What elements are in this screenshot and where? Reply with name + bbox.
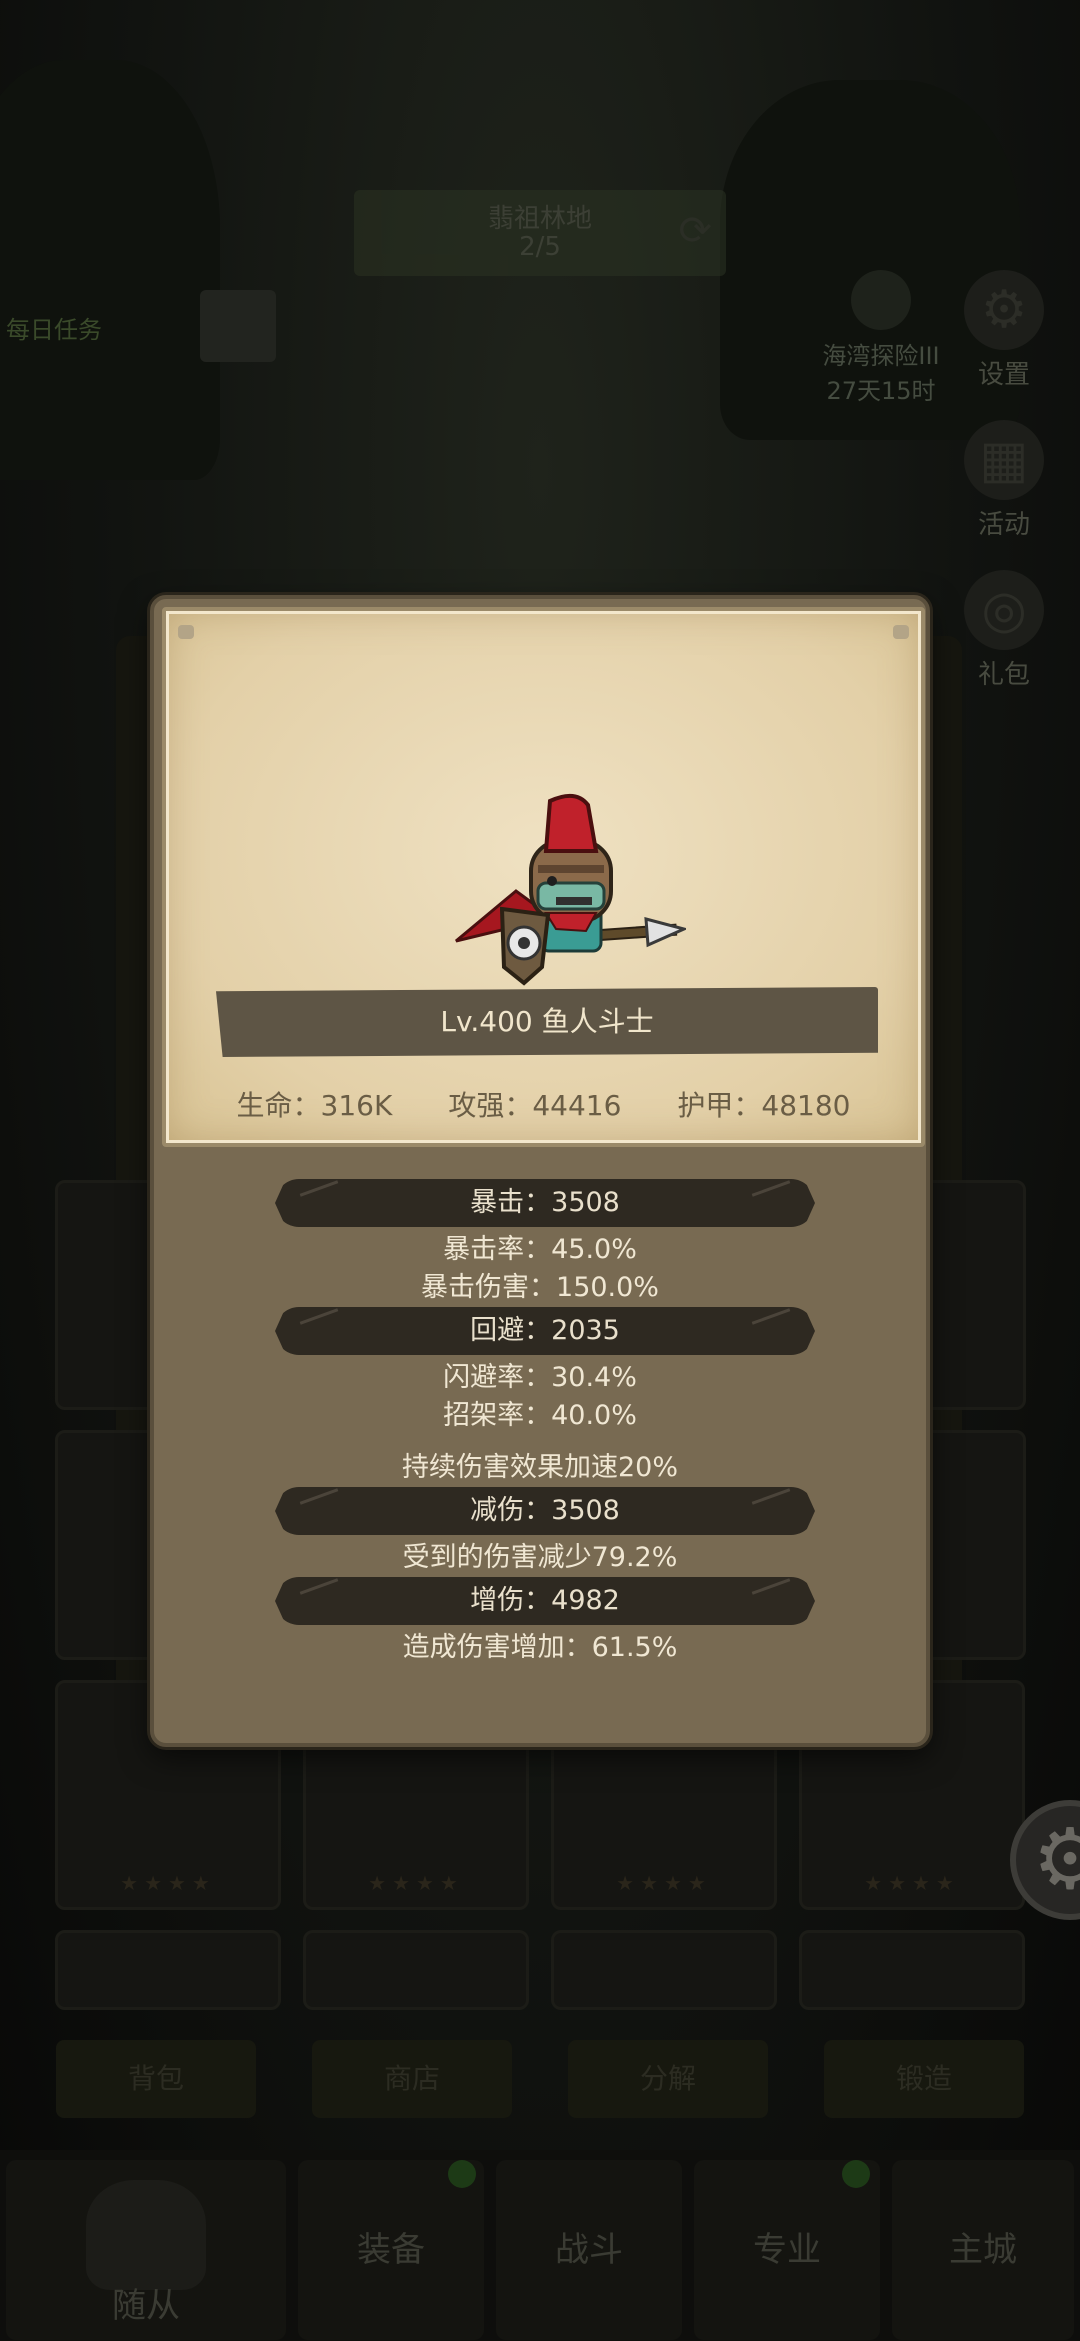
side-button-label: 礼包 bbox=[977, 660, 1030, 690]
helmet-icon bbox=[86, 2180, 206, 2290]
nav-followers[interactable]: 随从 bbox=[6, 2160, 286, 2340]
nav-battle[interactable]: 战斗 bbox=[496, 2160, 682, 2340]
hero-sprite bbox=[446, 791, 689, 1011]
background-tree bbox=[0, 60, 220, 480]
event-icon bbox=[851, 270, 911, 330]
gift-side-button[interactable]: ◎ 礼包 bbox=[956, 570, 1052, 691]
item-slot[interactable] bbox=[55, 1930, 281, 2010]
event-name: 海湾探险III bbox=[822, 342, 940, 370]
side-button-label: 活动 bbox=[977, 510, 1030, 540]
calendar-icon: ▦ bbox=[964, 420, 1044, 500]
evade-bar: 回避：2035 bbox=[275, 1307, 815, 1355]
hero-core-stats: 生命：316K 攻强：44416 护甲：48180 bbox=[166, 1081, 921, 1131]
stage-progress: 2/5 bbox=[519, 232, 561, 262]
event-timer[interactable]: 海湾探险III 27天15时 bbox=[786, 270, 976, 406]
crit-rate: 暴击率：45.0% bbox=[443, 1234, 637, 1265]
notification-dot bbox=[448, 2160, 476, 2188]
corner-nail bbox=[178, 625, 194, 639]
dodge-rate: 闪避率：30.4% bbox=[443, 1362, 637, 1393]
hero-name-banner: Lv.400 鱼人斗士 bbox=[216, 987, 878, 1057]
damage-amplify-bar: 增伤：4982 bbox=[275, 1577, 815, 1625]
stage-indicator[interactable]: 翡祖林地 2/5 ⟳ bbox=[354, 190, 726, 276]
star-rating: ★★★★ bbox=[616, 1871, 712, 1895]
hero-attack: 攻强：44416 bbox=[448, 1089, 622, 1122]
hero-info-popup[interactable]: Lv.400 鱼人斗士 生命：316K 攻强：44416 护甲：48180 暴击… bbox=[150, 595, 930, 1747]
settings-side-button[interactable]: ⚙ 设置 bbox=[956, 270, 1052, 391]
damage-taken-reduced: 受到的伤害减少79.2% bbox=[402, 1542, 678, 1573]
event-countdown: 27天15时 bbox=[826, 377, 936, 405]
gift-icon: ◎ bbox=[964, 570, 1044, 650]
item-slot[interactable] bbox=[303, 1930, 529, 2010]
crit-damage: 暴击伤害：150.0% bbox=[421, 1272, 659, 1303]
star-rating: ★★★★ bbox=[120, 1871, 216, 1895]
item-slot[interactable] bbox=[799, 1930, 1025, 2010]
nav-label: 随从 bbox=[112, 2286, 180, 2326]
side-button-label: 设置 bbox=[977, 360, 1030, 390]
tab-dismantle[interactable]: 分解 bbox=[568, 2040, 768, 2118]
stage-name: 翡祖林地 bbox=[487, 204, 592, 234]
tab-bag[interactable]: 背包 bbox=[56, 2040, 256, 2118]
hero-portrait-card: Lv.400 鱼人斗士 生命：316K 攻强：44416 护甲：48180 bbox=[162, 607, 925, 1147]
damage-dealt-increase: 造成伤害增加：61.5% bbox=[402, 1632, 678, 1663]
corner-nail bbox=[893, 625, 909, 639]
damage-reduction-bar: 减伤：3508 bbox=[275, 1487, 815, 1535]
events-side-button[interactable]: ▦ 活动 bbox=[956, 420, 1052, 541]
nav-city[interactable]: 主城 bbox=[892, 2160, 1074, 2340]
star-rating: ★★★★ bbox=[368, 1871, 464, 1895]
notification-dot bbox=[842, 2160, 870, 2188]
hero-hp: 生命：316K bbox=[236, 1089, 393, 1122]
parry-rate: 招架率：40.0% bbox=[443, 1400, 637, 1431]
gear-icon: ⚙ bbox=[964, 270, 1044, 350]
daily-quest-label[interactable]: 每日任务 bbox=[6, 310, 102, 345]
crit-bar: 暴击：3508 bbox=[275, 1179, 815, 1227]
hero-armor: 护甲：48180 bbox=[677, 1089, 851, 1122]
tab-forge[interactable]: 锻造 bbox=[824, 2040, 1024, 2118]
tab-shop[interactable]: 商店 bbox=[312, 2040, 512, 2118]
refresh-icon[interactable]: ⟳ bbox=[678, 208, 712, 254]
item-slot[interactable] bbox=[551, 1930, 777, 2010]
star-rating: ★★★★ bbox=[864, 1871, 960, 1895]
dot-bonus: 持续伤害效果加速20% bbox=[401, 1452, 678, 1483]
chest-icon[interactable] bbox=[200, 290, 276, 362]
hero-name: Lv.400 鱼人斗士 bbox=[440, 1005, 654, 1038]
